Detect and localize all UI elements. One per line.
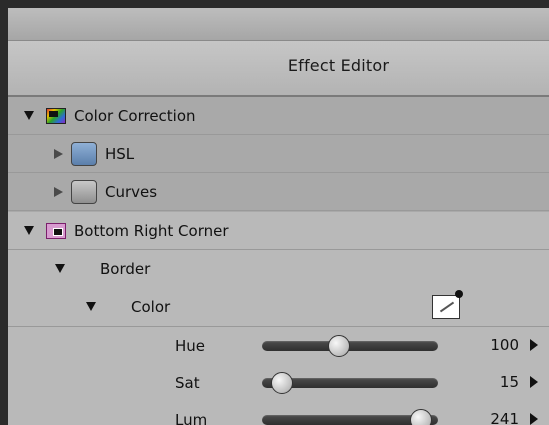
hue-label: Hue xyxy=(175,336,206,355)
window-top-bar xyxy=(8,8,549,41)
color-correction-label: Color Correction xyxy=(74,106,196,125)
expand-triangle-down-icon[interactable] xyxy=(86,302,96,311)
picture-in-picture-icon xyxy=(46,222,66,239)
hue-slider-thumb[interactable] xyxy=(327,335,350,357)
eyedropper-stem xyxy=(439,301,455,313)
sat-slider[interactable] xyxy=(262,372,438,394)
hsl-label: HSL xyxy=(105,144,135,163)
lum-slider[interactable] xyxy=(262,409,438,425)
sat-slider-thumb[interactable] xyxy=(271,372,294,394)
border-label: Border xyxy=(100,259,151,278)
lum-slider-thumb[interactable] xyxy=(410,409,433,425)
expand-triangle-down-icon[interactable] xyxy=(24,226,34,235)
color-label: Color xyxy=(131,297,171,316)
expand-triangle-right-icon[interactable] xyxy=(54,186,63,197)
eyedropper-icon[interactable] xyxy=(432,290,463,319)
eyedropper-pin xyxy=(455,290,463,298)
lum-label: Lum xyxy=(175,410,208,425)
parameter-row-lum: Lum 241 xyxy=(8,401,549,425)
effect-editor-title: Effect Editor xyxy=(287,56,390,75)
hue-value[interactable]: 100 xyxy=(474,336,519,354)
sat-value[interactable]: 15 xyxy=(474,373,519,391)
hue-increment-arrow-icon[interactable] xyxy=(530,339,538,351)
bottom-right-corner-label: Bottom Right Corner xyxy=(74,221,229,240)
tree-row-border[interactable]: Border xyxy=(8,250,549,288)
tree-row-color[interactable]: Color xyxy=(8,287,549,327)
hsl-swatch-icon xyxy=(71,141,97,166)
curves-swatch-icon xyxy=(71,179,97,204)
tree-row-hsl[interactable]: HSL xyxy=(8,135,549,173)
tree-row-curves[interactable]: Curves xyxy=(8,173,549,211)
tree-row-bottom-right-corner[interactable]: Bottom Right Corner xyxy=(8,212,549,250)
lum-value[interactable]: 241 xyxy=(474,410,519,425)
effect-editor-title-bar: Effect Editor xyxy=(8,41,549,97)
effect-editor-window: Effect Editor Color Correction HSL Curve… xyxy=(8,8,549,425)
parameter-row-hue: Hue 100 xyxy=(8,327,549,365)
parameter-row-sat: Sat 15 xyxy=(8,364,549,402)
hue-slider[interactable] xyxy=(262,335,438,357)
sat-label: Sat xyxy=(175,373,200,392)
expand-triangle-right-icon[interactable] xyxy=(54,148,63,159)
tree-row-color-correction[interactable]: Color Correction xyxy=(8,97,549,135)
curves-label: Curves xyxy=(105,182,158,201)
color-correction-icon xyxy=(46,107,66,124)
expand-triangle-down-icon[interactable] xyxy=(55,264,65,273)
lum-increment-arrow-icon[interactable] xyxy=(530,413,538,425)
sat-increment-arrow-icon[interactable] xyxy=(530,376,538,388)
expand-triangle-down-icon[interactable] xyxy=(24,111,34,120)
